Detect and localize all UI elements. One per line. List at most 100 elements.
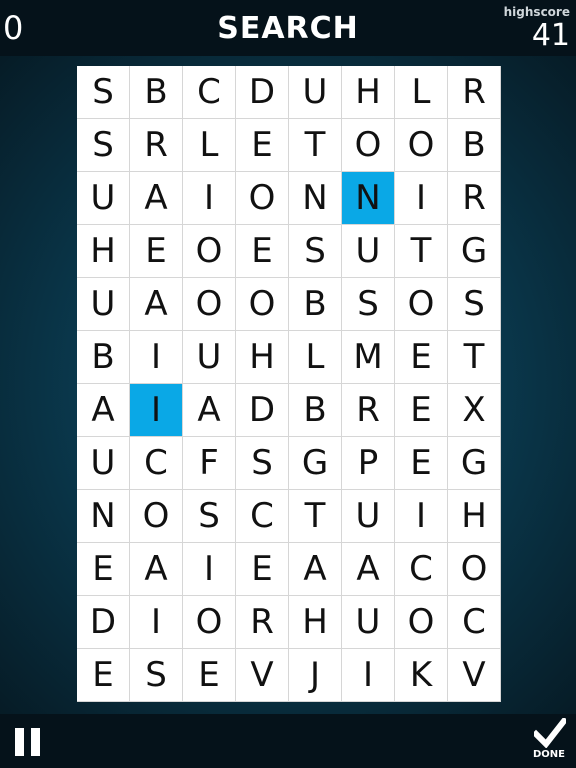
- letter-cell[interactable]: A: [342, 543, 395, 596]
- letter-cell[interactable]: U: [342, 225, 395, 278]
- letter-cell[interactable]: C: [236, 490, 289, 543]
- letter-cell[interactable]: D: [236, 66, 289, 119]
- letter-cell[interactable]: H: [289, 596, 342, 649]
- letter-cell[interactable]: S: [130, 649, 183, 702]
- letter-cell[interactable]: O: [395, 596, 448, 649]
- letter-cell[interactable]: E: [236, 225, 289, 278]
- letter-cell[interactable]: B: [289, 384, 342, 437]
- letter-cell[interactable]: E: [236, 543, 289, 596]
- letter-cell[interactable]: A: [77, 384, 130, 437]
- letter-cell[interactable]: E: [77, 543, 130, 596]
- letter-cell[interactable]: H: [342, 66, 395, 119]
- letter-cell[interactable]: U: [77, 278, 130, 331]
- check-icon: [534, 718, 566, 748]
- letter-cell[interactable]: O: [183, 596, 236, 649]
- letter-cell[interactable]: E: [183, 649, 236, 702]
- letter-cell[interactable]: A: [289, 543, 342, 596]
- letter-cell[interactable]: H: [448, 490, 501, 543]
- letter-cell[interactable]: U: [342, 596, 395, 649]
- letter-cell[interactable]: N: [289, 172, 342, 225]
- letter-cell[interactable]: C: [183, 66, 236, 119]
- letter-cell[interactable]: E: [130, 225, 183, 278]
- letter-cell[interactable]: I: [395, 490, 448, 543]
- letter-cell[interactable]: E: [395, 331, 448, 384]
- letter-cell[interactable]: I: [342, 649, 395, 702]
- letter-cell[interactable]: S: [183, 490, 236, 543]
- letter-cell[interactable]: H: [77, 225, 130, 278]
- letter-cell[interactable]: A: [130, 543, 183, 596]
- letter-cell[interactable]: R: [448, 172, 501, 225]
- letter-cell[interactable]: O: [236, 278, 289, 331]
- letter-cell[interactable]: C: [395, 543, 448, 596]
- letter-cell[interactable]: R: [342, 384, 395, 437]
- letter-cell[interactable]: N: [342, 172, 395, 225]
- letter-cell[interactable]: J: [289, 649, 342, 702]
- letter-cell[interactable]: I: [183, 172, 236, 225]
- letter-cell[interactable]: O: [130, 490, 183, 543]
- letter-cell[interactable]: U: [342, 490, 395, 543]
- letter-cell[interactable]: D: [77, 596, 130, 649]
- letter-cell[interactable]: S: [448, 278, 501, 331]
- letter-cell[interactable]: U: [77, 172, 130, 225]
- letter-cell[interactable]: O: [395, 278, 448, 331]
- letter-cell[interactable]: S: [236, 437, 289, 490]
- letter-cell[interactable]: U: [77, 437, 130, 490]
- letter-cell[interactable]: G: [448, 225, 501, 278]
- letter-cell[interactable]: A: [183, 384, 236, 437]
- letter-cell[interactable]: R: [448, 66, 501, 119]
- letter-cell[interactable]: L: [289, 331, 342, 384]
- letter-cell[interactable]: D: [236, 384, 289, 437]
- letter-cell[interactable]: O: [448, 543, 501, 596]
- letter-cell[interactable]: V: [236, 649, 289, 702]
- highscore-value: 41: [531, 18, 570, 53]
- letter-cell[interactable]: O: [342, 119, 395, 172]
- letter-cell[interactable]: F: [183, 437, 236, 490]
- letter-cell[interactable]: G: [448, 437, 501, 490]
- done-button[interactable]: DONE: [526, 718, 572, 764]
- letter-cell[interactable]: B: [77, 331, 130, 384]
- letter-cell[interactable]: E: [77, 649, 130, 702]
- letter-cell[interactable]: A: [130, 172, 183, 225]
- letter-cell[interactable]: N: [77, 490, 130, 543]
- letter-cell[interactable]: E: [395, 384, 448, 437]
- letter-cell[interactable]: L: [395, 66, 448, 119]
- letter-cell[interactable]: E: [395, 437, 448, 490]
- letter-cell[interactable]: I: [130, 596, 183, 649]
- letter-cell[interactable]: R: [236, 596, 289, 649]
- pause-icon[interactable]: [14, 728, 42, 756]
- letter-cell[interactable]: C: [448, 596, 501, 649]
- letter-cell[interactable]: T: [289, 490, 342, 543]
- letter-cell[interactable]: B: [448, 119, 501, 172]
- letter-cell[interactable]: S: [77, 119, 130, 172]
- letter-cell[interactable]: I: [395, 172, 448, 225]
- letter-cell[interactable]: B: [130, 66, 183, 119]
- letter-cell[interactable]: M: [342, 331, 395, 384]
- letter-cell[interactable]: O: [395, 119, 448, 172]
- letter-cell[interactable]: S: [342, 278, 395, 331]
- letter-cell[interactable]: B: [289, 278, 342, 331]
- letter-cell[interactable]: T: [395, 225, 448, 278]
- letter-cell[interactable]: R: [130, 119, 183, 172]
- letter-cell[interactable]: I: [130, 384, 183, 437]
- letter-cell[interactable]: G: [289, 437, 342, 490]
- letter-cell[interactable]: K: [395, 649, 448, 702]
- letter-cell[interactable]: X: [448, 384, 501, 437]
- letter-cell[interactable]: L: [183, 119, 236, 172]
- letter-cell[interactable]: O: [183, 225, 236, 278]
- letter-cell[interactable]: U: [289, 66, 342, 119]
- letter-cell[interactable]: E: [236, 119, 289, 172]
- letter-cell[interactable]: T: [289, 119, 342, 172]
- letter-cell[interactable]: I: [130, 331, 183, 384]
- letter-cell[interactable]: O: [236, 172, 289, 225]
- letter-cell[interactable]: S: [289, 225, 342, 278]
- letter-cell[interactable]: I: [183, 543, 236, 596]
- letter-cell[interactable]: H: [236, 331, 289, 384]
- letter-cell[interactable]: S: [77, 66, 130, 119]
- letter-cell[interactable]: P: [342, 437, 395, 490]
- letter-cell[interactable]: T: [448, 331, 501, 384]
- letter-cell[interactable]: A: [130, 278, 183, 331]
- letter-cell[interactable]: U: [183, 331, 236, 384]
- letter-cell[interactable]: C: [130, 437, 183, 490]
- letter-cell[interactable]: O: [183, 278, 236, 331]
- letter-cell[interactable]: V: [448, 649, 501, 702]
